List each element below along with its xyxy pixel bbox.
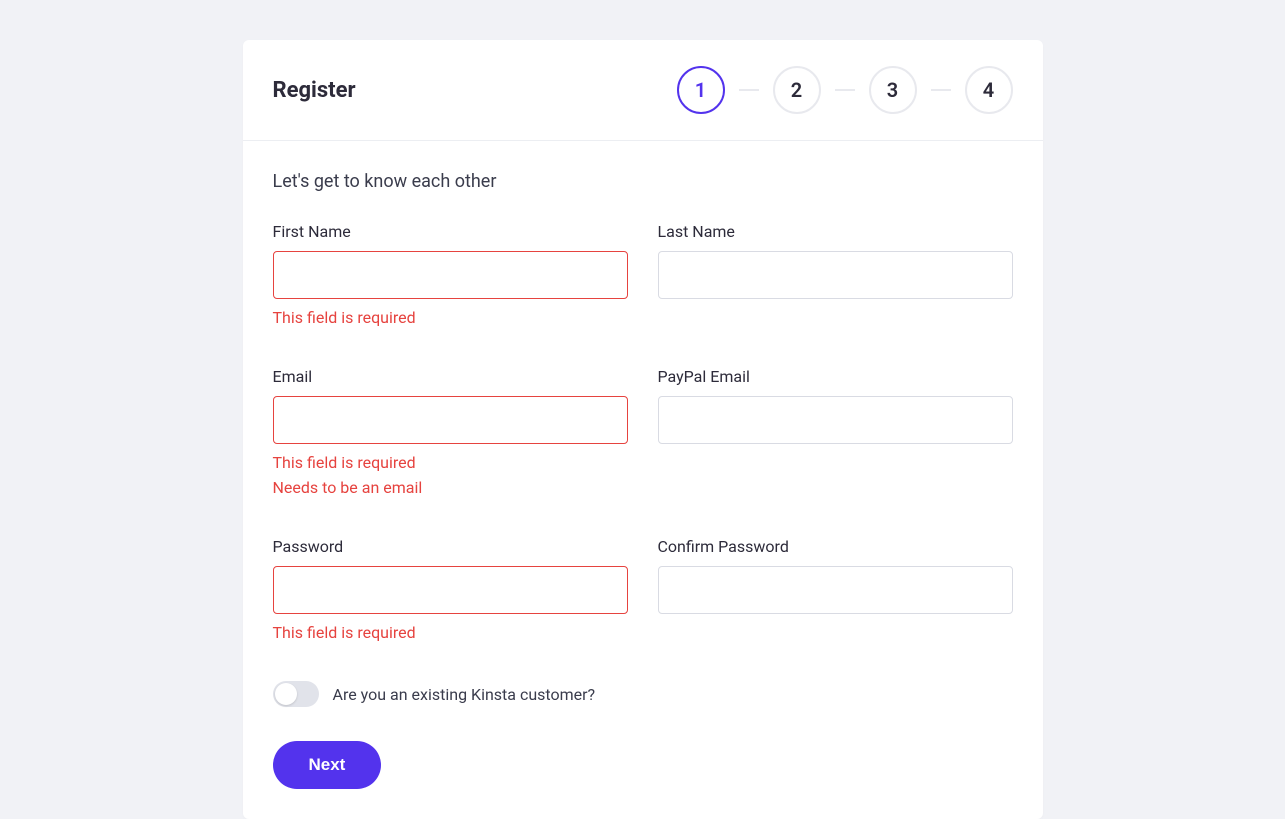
step-1[interactable]: 1 <box>677 66 725 114</box>
row-name: First Name This field is required Last N… <box>273 222 1013 331</box>
field-password: Password This field is required <box>273 537 628 646</box>
email-error: This field is required Needs to be an em… <box>273 450 628 501</box>
row-email: Email This field is required Needs to be… <box>273 367 1013 501</box>
field-paypal-email: PayPal Email <box>658 367 1013 444</box>
existing-customer-toggle[interactable] <box>273 681 319 707</box>
first-name-input[interactable] <box>273 251 628 299</box>
row-password: Password This field is required Confirm … <box>273 537 1013 646</box>
confirm-password-label: Confirm Password <box>658 537 1013 556</box>
password-error: This field is required <box>273 620 628 646</box>
existing-customer-row: Are you an existing Kinsta customer? <box>273 681 1013 707</box>
step-separator <box>931 89 951 91</box>
page-title: Register <box>273 78 356 103</box>
email-label: Email <box>273 367 628 386</box>
field-first-name: First Name This field is required <box>273 222 628 331</box>
email-input[interactable] <box>273 396 628 444</box>
step-indicator: 1 2 3 4 <box>677 66 1013 114</box>
last-name-input[interactable] <box>658 251 1013 299</box>
first-name-error: This field is required <box>273 305 628 331</box>
last-name-label: Last Name <box>658 222 1013 241</box>
step-2[interactable]: 2 <box>773 66 821 114</box>
first-name-label: First Name <box>273 222 628 241</box>
register-card: Register 1 2 3 4 Let's get to know each … <box>243 40 1043 819</box>
toggle-knob-icon <box>275 683 297 705</box>
card-header: Register 1 2 3 4 <box>243 40 1043 141</box>
card-body: Let's get to know each other First Name … <box>243 141 1043 819</box>
step-separator <box>739 89 759 91</box>
step-4[interactable]: 4 <box>965 66 1013 114</box>
field-email: Email This field is required Needs to be… <box>273 367 628 501</box>
password-input[interactable] <box>273 566 628 614</box>
next-button[interactable]: Next <box>273 741 382 789</box>
existing-customer-label: Are you an existing Kinsta customer? <box>333 685 596 704</box>
field-last-name: Last Name <box>658 222 1013 299</box>
paypal-email-label: PayPal Email <box>658 367 1013 386</box>
password-label: Password <box>273 537 628 556</box>
step-separator <box>835 89 855 91</box>
paypal-email-input[interactable] <box>658 396 1013 444</box>
confirm-password-input[interactable] <box>658 566 1013 614</box>
step-3[interactable]: 3 <box>869 66 917 114</box>
subtitle: Let's get to know each other <box>273 171 1013 192</box>
field-confirm-password: Confirm Password <box>658 537 1013 614</box>
